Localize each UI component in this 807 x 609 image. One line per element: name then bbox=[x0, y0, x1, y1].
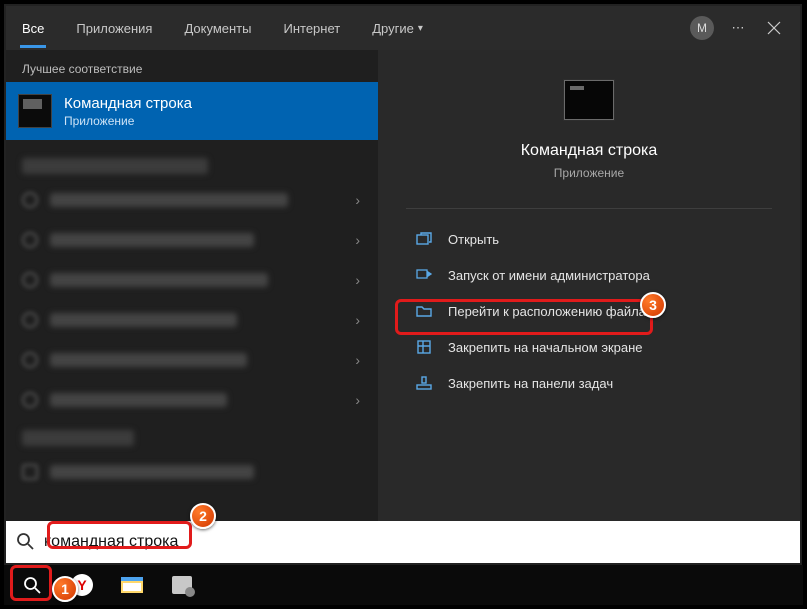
best-match-result[interactable]: Командная строка Приложение bbox=[6, 82, 378, 140]
taskbar-explorer-button[interactable] bbox=[110, 568, 154, 602]
blurred-section-label bbox=[22, 158, 208, 174]
best-match-subtitle: Приложение bbox=[64, 114, 192, 128]
action-pin-start[interactable]: Закрепить на начальном экране bbox=[406, 329, 772, 365]
preview-subtitle: Приложение bbox=[554, 166, 624, 180]
divider bbox=[406, 208, 772, 209]
search-input[interactable] bbox=[44, 533, 790, 551]
pin-start-icon bbox=[414, 337, 434, 357]
preview-title: Командная строка bbox=[521, 142, 658, 160]
best-match-label: Лучшее соответствие bbox=[6, 50, 378, 82]
best-match-title: Командная строка bbox=[64, 95, 192, 112]
blurred-result[interactable]: › bbox=[10, 260, 374, 300]
action-run-as-admin[interactable]: Запуск от имени администратора bbox=[406, 257, 772, 293]
blurred-result[interactable]: › bbox=[10, 220, 374, 260]
tab-documents[interactable]: Документы bbox=[168, 6, 267, 50]
action-label: Закрепить на панели задач bbox=[448, 376, 613, 391]
action-label: Открыть bbox=[448, 232, 499, 247]
cmd-icon bbox=[18, 94, 52, 128]
taskbar-search-button[interactable] bbox=[10, 568, 54, 602]
action-label: Закрепить на начальном экране bbox=[448, 340, 643, 355]
more-options-button[interactable]: ⋯ bbox=[720, 10, 756, 46]
action-label: Перейти к расположению файла bbox=[448, 304, 646, 319]
action-open[interactable]: Открыть bbox=[406, 221, 772, 257]
folder-location-icon bbox=[414, 301, 434, 321]
action-pin-taskbar[interactable]: Закрепить на панели задач bbox=[406, 365, 772, 401]
search-icon bbox=[16, 532, 34, 553]
blurred-result[interactable]: › bbox=[10, 180, 374, 220]
close-button[interactable] bbox=[756, 10, 792, 46]
action-open-location[interactable]: Перейти к расположению файла bbox=[406, 293, 772, 329]
tab-apps[interactable]: Приложения bbox=[60, 6, 168, 50]
blurred-result[interactable] bbox=[10, 452, 374, 492]
taskbar-settings-button[interactable] bbox=[160, 568, 204, 602]
blurred-result[interactable]: › bbox=[10, 380, 374, 420]
preview-pane: Командная строка Приложение Открыть Запу… bbox=[378, 50, 800, 521]
blurred-result[interactable]: › bbox=[10, 300, 374, 340]
blurred-section-label bbox=[22, 430, 134, 446]
taskbar: Y bbox=[4, 565, 803, 605]
tab-more[interactable]: Другие▾ bbox=[356, 6, 439, 50]
close-icon bbox=[767, 21, 781, 35]
chevron-down-icon: ▾ bbox=[418, 23, 423, 34]
tab-all[interactable]: Все bbox=[6, 6, 60, 50]
pin-taskbar-icon bbox=[414, 373, 434, 393]
action-label: Запуск от имени администратора bbox=[448, 268, 650, 283]
shield-admin-icon bbox=[414, 265, 434, 285]
cmd-preview-icon bbox=[564, 80, 614, 120]
user-avatar[interactable]: M bbox=[684, 10, 720, 46]
results-left-pane: Лучшее соответствие Командная строка При… bbox=[6, 50, 378, 521]
blurred-result[interactable]: › bbox=[10, 340, 374, 380]
open-icon bbox=[414, 229, 434, 249]
taskbar-yandex-button[interactable]: Y bbox=[60, 568, 104, 602]
search-header: Все Приложения Документы Интернет Другие… bbox=[6, 6, 800, 50]
tab-web[interactable]: Интернет bbox=[267, 6, 356, 50]
search-box[interactable] bbox=[6, 521, 800, 563]
